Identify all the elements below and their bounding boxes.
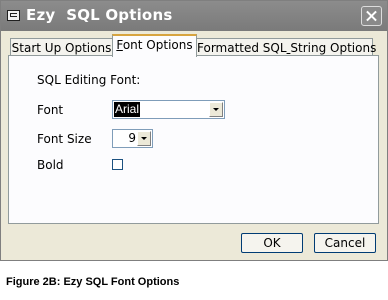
bold-checkbox[interactable] — [112, 159, 123, 170]
chevron-down-icon[interactable] — [209, 102, 223, 117]
font-size-value: 9 — [128, 131, 136, 145]
window-title: Ezy SQL Options — [26, 6, 173, 24]
bold-label: Bold — [37, 158, 64, 172]
sql-editing-font-heading: SQL Editing Font: — [37, 73, 141, 87]
tab-start-up-options[interactable]: Start Up Options — [10, 38, 113, 56]
form-icon — [7, 10, 20, 21]
title-bar[interactable]: Ezy SQL Options — [1, 1, 387, 31]
tab-label: Formatted SQL String Options — [197, 41, 377, 55]
font-dropdown[interactable]: Arial — [112, 100, 225, 119]
tab-formatted-sql-string-options[interactable]: Formatted SQL String Options — [196, 38, 377, 56]
tab-label: Start Up Options — [11, 41, 112, 55]
font-value: Arial — [114, 102, 141, 117]
figure-caption: Figure 2B: Ezy SQL Font Options — [6, 276, 180, 288]
font-options-panel: SQL Editing Font: Font Arial Font Size 9… — [8, 55, 379, 224]
font-size-label: Font Size — [37, 132, 92, 146]
close-button[interactable] — [361, 6, 382, 26]
tab-label: Font Options — [116, 38, 193, 52]
font-size-dropdown[interactable]: 9 — [112, 129, 153, 148]
ok-button[interactable]: OK — [241, 233, 303, 253]
cancel-button[interactable]: Cancel — [314, 233, 376, 253]
tab-font-options[interactable]: Font Options — [112, 34, 197, 57]
options-dialog: Ezy SQL Options Start Up Options Font Op… — [0, 0, 388, 261]
font-label: Font — [37, 103, 64, 117]
chevron-down-icon[interactable] — [137, 131, 151, 146]
